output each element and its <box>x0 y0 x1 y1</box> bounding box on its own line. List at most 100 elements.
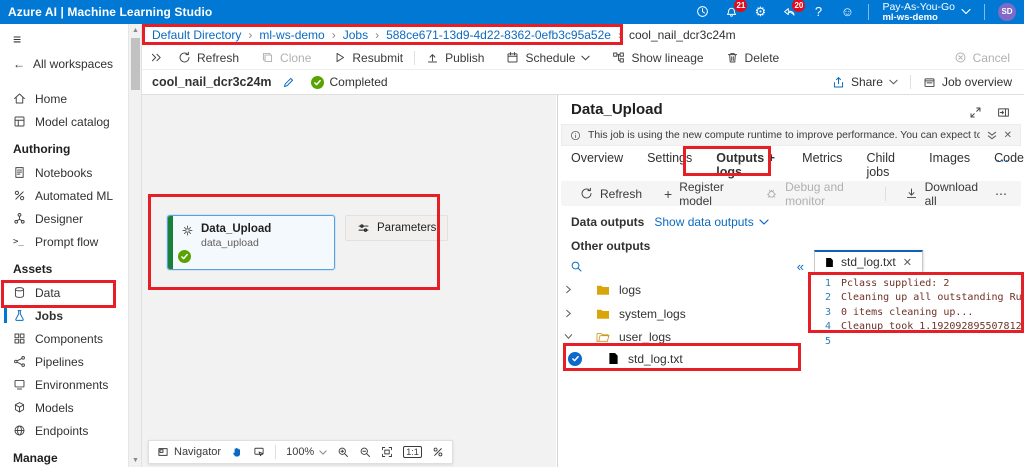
show-data-outputs-link[interactable]: Show data outputs <box>654 215 768 229</box>
log-content[interactable]: 1Pclass supplied: 2 2Cleaning up all out… <box>811 273 1024 349</box>
register-model-button[interactable]: + Register model <box>653 180 754 208</box>
pipeline-canvas[interactable]: Data_Upload data_upload Parameters Navig… <box>142 95 556 467</box>
sidebar-item-environments[interactable]: Environments <box>0 373 128 396</box>
tree-item-logs[interactable]: logs <box>558 278 805 301</box>
scrollbar-thumb[interactable] <box>131 38 140 90</box>
breadcrumb-experiment-id[interactable]: 588ce671-13d9-4d22-8362-0efb3c95a52e <box>386 28 611 42</box>
job-overview-button[interactable]: Job overview <box>923 75 1012 89</box>
sidebar-item-data[interactable]: Data <box>0 281 128 304</box>
graph-settings-button[interactable] <box>432 446 444 458</box>
open-in-panel-icon[interactable] <box>997 106 1010 119</box>
breadcrumb-directory[interactable]: Default Directory <box>152 28 241 42</box>
panel-title: Data_Upload <box>571 101 663 118</box>
tree-item-user-logs[interactable]: user_logs <box>558 325 805 348</box>
commandbar-overflow-icon[interactable] <box>142 51 167 64</box>
download-all-button[interactable]: Download all <box>894 180 989 208</box>
sidebar-item-endpoints[interactable]: Endpoints <box>0 419 128 442</box>
sidebar-item-notebooks[interactable]: Notebooks <box>0 161 128 184</box>
sidebar-item-home[interactable]: Home <box>0 87 128 110</box>
sidebar-item-models[interactable]: Models <box>0 396 128 419</box>
refresh-button[interactable]: Refresh <box>167 46 250 69</box>
edit-pencil-icon[interactable] <box>282 76 295 89</box>
breadcrumb-workspace[interactable]: ml-ws-demo <box>259 28 324 42</box>
back-arrow-icon: ← <box>13 57 25 71</box>
log-file-tab[interactable]: std_log.txt ✕ <box>814 250 923 272</box>
delete-button[interactable]: Delete <box>715 46 791 69</box>
file-icon <box>608 352 619 365</box>
schedule-button[interactable]: Schedule <box>495 46 601 69</box>
zoom-in-button[interactable] <box>337 446 349 458</box>
sidebar-item-prompt-flow[interactable]: >_ Prompt flow <box>0 230 128 253</box>
automated-ml-icon <box>13 189 26 202</box>
navigator-button[interactable]: Navigator <box>157 446 221 458</box>
all-workspaces-back-link[interactable]: ← All workspaces <box>0 53 128 81</box>
chevron-down-icon[interactable] <box>558 332 578 341</box>
select-tool[interactable] <box>253 446 265 458</box>
tree-item-std-log[interactable]: std_log.txt <box>558 347 805 370</box>
search-icon[interactable] <box>570 260 583 273</box>
feedback-icon[interactable]: 20 <box>781 4 797 20</box>
resubmit-button[interactable]: Resubmit <box>322 46 414 69</box>
notifications-bell-icon[interactable]: 21 <box>723 4 739 20</box>
show-lineage-button[interactable]: Show lineage <box>601 46 714 69</box>
publish-button[interactable]: Publish <box>415 46 495 69</box>
sidebar-item-model-catalog[interactable]: Model catalog <box>0 110 128 133</box>
node-title: Data_Upload <box>201 223 271 235</box>
sidebar-item-designer[interactable]: Designer <box>0 207 128 230</box>
outputs-search-row: « <box>564 256 804 276</box>
pipeline-node-data-upload[interactable]: Data_Upload data_upload <box>167 215 335 270</box>
clock-icon[interactable] <box>694 4 710 20</box>
parameters-button[interactable]: Parameters <box>345 215 448 241</box>
zoom-out-button[interactable] <box>359 446 371 458</box>
outputs-toolbar: Refresh + Register model Debug and monit… <box>561 181 1021 206</box>
chevron-right-icon[interactable] <box>558 309 578 318</box>
azure-ml-studio: Azure AI | Machine Learning Studio 21 ⚙ … <box>0 0 1024 467</box>
share-button[interactable]: Share <box>832 75 898 89</box>
zoom-level-select[interactable]: 100% <box>286 446 327 458</box>
sidebar-scrollbar[interactable]: ▲ ▼ <box>128 24 141 467</box>
log-viewer: std_log.txt ✕ 1Pclass supplied: 2 2Clean… <box>811 251 1024 363</box>
notifications-badge: 21 <box>734 0 747 12</box>
toolbar-more-icon[interactable]: ⋯ <box>989 187 1013 201</box>
expand-icon[interactable] <box>969 106 982 119</box>
folder-icon <box>596 308 610 320</box>
hand-icon <box>231 446 243 458</box>
close-log-tab-icon[interactable]: ✕ <box>903 256 912 269</box>
selected-check-icon <box>568 352 582 366</box>
settings-gear-icon[interactable]: ⚙ <box>752 4 768 20</box>
collapse-tree-icon[interactable]: « <box>797 259 804 274</box>
tree-item-system-logs[interactable]: system_logs <box>558 302 805 325</box>
job-status: Completed <box>311 75 388 89</box>
sidebar-item-pipelines[interactable]: Pipelines <box>0 350 128 373</box>
clone-button[interactable]: Clone <box>250 46 322 69</box>
workspace-name: ml-ws-demo <box>882 13 955 23</box>
chevron-right-icon[interactable] <box>558 285 578 294</box>
banner-expand-icon[interactable] <box>987 131 997 140</box>
main-region: Default Directory › ml-ws-demo › Jobs › … <box>141 24 1024 467</box>
smiley-feedback-icon[interactable]: ☺ <box>839 4 855 20</box>
component-icon <box>181 224 194 237</box>
workspace-selector[interactable]: Pay-As-You-Go ml-ws-demo <box>882 2 971 23</box>
sidebar-section-authoring: Authoring <box>0 133 128 161</box>
tabs-overflow-icon[interactable]: ⋯ <box>996 153 1010 169</box>
actual-size-button[interactable]: 1:1 <box>403 446 422 458</box>
info-icon <box>570 130 581 141</box>
other-outputs-label: Other outputs <box>571 239 650 253</box>
sidebar-item-components[interactable]: Components <box>0 327 128 350</box>
model-catalog-icon <box>13 115 26 128</box>
topbar-divider <box>984 4 985 20</box>
lineage-icon <box>612 51 625 64</box>
help-icon[interactable]: ? <box>810 4 826 20</box>
pan-hand-tool[interactable] <box>231 446 243 458</box>
user-avatar[interactable]: SD <box>998 3 1016 21</box>
sidebar-item-automated-ml[interactable]: Automated ML <box>0 184 128 207</box>
cancel-button[interactable]: Cancel <box>943 46 1024 69</box>
outputs-refresh-button[interactable]: Refresh <box>569 187 653 201</box>
hamburger-menu-icon[interactable]: ≡ <box>0 24 128 53</box>
banner-close-icon[interactable]: ✕ <box>1004 130 1012 141</box>
subscription-name: Pay-As-You-Go <box>882 2 955 13</box>
debug-and-monitor-button[interactable]: Debug and monitor <box>754 180 877 208</box>
breadcrumb-jobs[interactable]: Jobs <box>343 28 368 42</box>
sidebar-item-jobs[interactable]: Jobs <box>0 304 128 327</box>
fit-to-screen-button[interactable] <box>381 446 393 458</box>
